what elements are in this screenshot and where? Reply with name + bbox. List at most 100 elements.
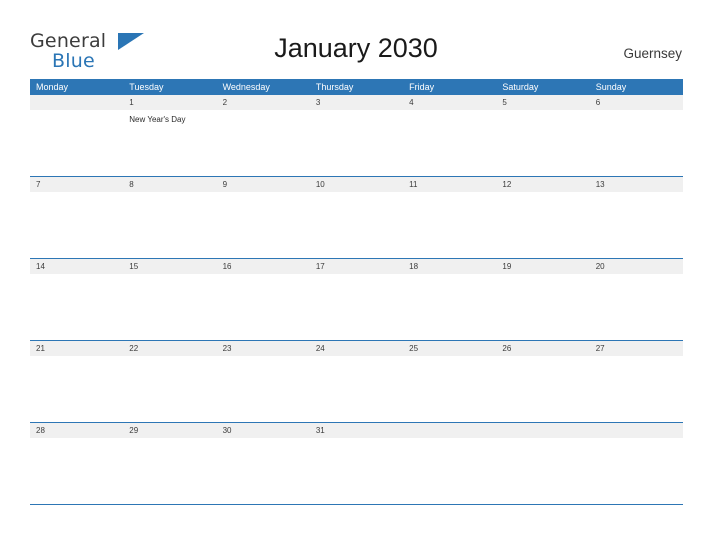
day-cell[interactable]: 16 <box>216 259 310 340</box>
day-cell[interactable]: 2 <box>216 95 310 176</box>
day-number: 20 <box>589 259 683 274</box>
day-cell[interactable]: 6 <box>589 95 683 176</box>
day-event <box>217 356 310 360</box>
day-cell[interactable]: 27 <box>589 341 683 422</box>
day-cell[interactable]: 18 <box>403 259 497 340</box>
day-cell[interactable]: 8 <box>123 177 217 258</box>
day-number: 12 <box>496 177 590 192</box>
day-event <box>403 110 496 114</box>
day-event <box>30 274 123 278</box>
day-of-week-header-row: Monday Tuesday Wednesday Thursday Friday… <box>30 79 683 95</box>
day-event <box>30 110 123 114</box>
day-event <box>30 192 123 196</box>
dow-friday: Friday <box>403 79 497 95</box>
day-cell[interactable] <box>496 423 590 504</box>
day-cell[interactable]: 29 <box>123 423 217 504</box>
day-event <box>310 110 403 114</box>
day-number: 18 <box>403 259 497 274</box>
day-number: 19 <box>496 259 590 274</box>
day-event <box>496 110 589 114</box>
day-cell[interactable]: 13 <box>589 177 683 258</box>
day-event <box>403 192 496 196</box>
day-cell[interactable]: 19 <box>496 259 590 340</box>
day-event <box>590 274 683 278</box>
day-cell[interactable]: 15 <box>123 259 217 340</box>
day-event <box>590 192 683 196</box>
day-number: 27 <box>589 341 683 356</box>
week-row: 14 15 16 17 18 19 20 <box>30 259 683 341</box>
day-cell[interactable] <box>403 423 497 504</box>
day-cell[interactable]: 25 <box>403 341 497 422</box>
day-number: 11 <box>403 177 497 192</box>
day-event <box>30 438 123 442</box>
day-cell[interactable]: 17 <box>309 259 404 340</box>
week-row: 21 22 23 24 25 26 27 <box>30 341 683 423</box>
day-number: 8 <box>123 177 217 192</box>
day-cell[interactable]: 14 <box>30 259 124 340</box>
day-cell[interactable]: 30 <box>216 423 310 504</box>
day-event <box>30 356 123 360</box>
day-cell[interactable]: 5 <box>496 95 590 176</box>
day-event <box>217 110 310 114</box>
day-cell[interactable]: 10 <box>309 177 404 258</box>
day-event <box>217 274 310 278</box>
dow-monday: Monday <box>30 79 124 95</box>
day-cell[interactable]: 28 <box>30 423 124 504</box>
day-cell[interactable]: 24 <box>309 341 404 422</box>
day-event <box>310 438 403 442</box>
day-event <box>403 274 496 278</box>
day-event <box>123 192 216 196</box>
day-number: 6 <box>589 95 683 110</box>
day-number: 21 <box>30 341 124 356</box>
day-cell[interactable]: 22 <box>123 341 217 422</box>
day-event <box>310 356 403 360</box>
day-cell[interactable]: 3 <box>309 95 404 176</box>
day-cell[interactable]: 20 <box>589 259 683 340</box>
day-number: 9 <box>216 177 310 192</box>
day-event <box>496 438 589 442</box>
day-number: 24 <box>309 341 404 356</box>
day-cell[interactable]: 4 <box>403 95 497 176</box>
day-cell[interactable]: 12 <box>496 177 590 258</box>
dow-saturday: Saturday <box>496 79 590 95</box>
calendar-grid: Monday Tuesday Wednesday Thursday Friday… <box>30 79 683 505</box>
day-event <box>590 110 683 114</box>
day-cell[interactable]: 26 <box>496 341 590 422</box>
week-row: 28 29 30 31 <box>30 423 683 505</box>
day-event <box>123 274 216 278</box>
day-cell[interactable] <box>589 423 683 504</box>
day-event <box>403 356 496 360</box>
day-cell[interactable]: 21 <box>30 341 124 422</box>
day-number: 5 <box>496 95 590 110</box>
day-event <box>310 192 403 196</box>
dow-sunday: Sunday <box>590 79 683 95</box>
day-number: 31 <box>309 423 404 438</box>
week-row: 1 New Year's Day 2 3 4 5 6 <box>30 95 683 177</box>
day-cell[interactable]: 7 <box>30 177 124 258</box>
day-number: 1 <box>123 95 217 110</box>
day-number: 17 <box>309 259 404 274</box>
day-cell[interactable]: 11 <box>403 177 497 258</box>
day-event <box>496 356 589 360</box>
day-number: 30 <box>216 423 310 438</box>
day-cell[interactable]: 9 <box>216 177 310 258</box>
day-event <box>590 438 683 442</box>
day-number <box>496 423 590 438</box>
day-number: 10 <box>309 177 404 192</box>
day-cell[interactable] <box>30 95 124 176</box>
day-number: 15 <box>123 259 217 274</box>
day-number: 14 <box>30 259 124 274</box>
day-number: 7 <box>30 177 124 192</box>
day-number <box>30 95 124 110</box>
day-cell[interactable]: 23 <box>216 341 310 422</box>
day-cell[interactable]: 1 New Year's Day <box>123 95 217 176</box>
day-event <box>217 438 310 442</box>
day-number: 25 <box>403 341 497 356</box>
day-number: 13 <box>589 177 683 192</box>
day-number: 2 <box>216 95 310 110</box>
dow-tuesday: Tuesday <box>123 79 217 95</box>
day-event <box>310 274 403 278</box>
day-cell[interactable]: 31 <box>309 423 404 504</box>
page-title: January 2030 <box>274 33 438 63</box>
day-number: 4 <box>403 95 497 110</box>
